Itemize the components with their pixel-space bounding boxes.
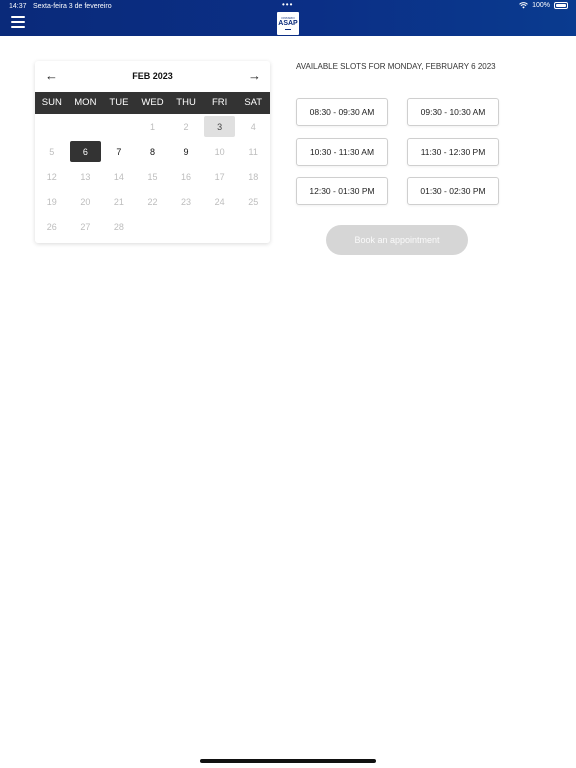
weekday-sat: SAT [244,97,263,108]
calendar-day-label: 3 [204,116,236,137]
calendar-day: 1 [136,114,170,139]
calendar-day: 15 [136,164,170,189]
calendar-day-label: 21 [113,196,124,207]
calendar-day: 13 [69,164,103,189]
time-slot-button[interactable]: 10:30 - 11:30 AM [296,138,388,166]
calendar-day: 24 [203,189,237,214]
calendar-day: 27 [69,214,103,239]
calendar-day-label: 15 [147,171,158,182]
calendar-day-label: 8 [149,146,155,157]
weekday-mon: MON [74,97,97,108]
calendar-day-label: 16 [181,171,192,182]
calendar-empty-cell [35,114,69,139]
calendar-day-label: 23 [181,196,192,207]
calendar-day: 19 [35,189,69,214]
multitasking-dots-icon[interactable]: ••• [282,1,293,9]
menu-line [11,21,25,23]
calendar-day: 4 [236,114,270,139]
calendar-weekday-row: SUN MON TUE WED THU FRI SAT [35,92,270,114]
book-appointment-button[interactable]: Book an appointment [326,225,468,255]
calendar-day: 2 [169,114,203,139]
calendar-day-label: 17 [214,171,225,182]
calendar-day-label: 18 [248,171,259,182]
calendar-day-label: 13 [80,171,91,182]
calendar-day: 16 [169,164,203,189]
calendar-day[interactable]: 8 [136,139,170,164]
calendar-day-label: 5 [49,146,55,157]
battery-percent: 100% [532,2,550,9]
logo-main-text: ASAP [278,19,298,27]
calendar-day-label: 27 [80,221,91,232]
available-slots-heading: AVAILABLE SLOTS FOR MONDAY, FEBRUARY 6 2… [296,62,496,71]
logo-mark [285,28,291,32]
calendar-empty-cell [102,114,136,139]
calendar-day: 18 [236,164,270,189]
calendar-day-label [103,116,134,137]
calendar-day-label [36,116,67,137]
calendar-day-label: 6 [69,141,101,162]
calendar-day[interactable]: 6 [69,139,103,164]
time-slot-button[interactable]: 12:30 - 01:30 PM [296,177,388,205]
calendar-day-label: 10 [214,146,225,157]
weekday-fri: FRI [211,97,228,108]
calendar-day: 17 [203,164,237,189]
calendar-day[interactable]: 7 [102,139,136,164]
calendar-day: 11 [236,139,270,164]
calendar-day-label: 1 [149,121,155,132]
calendar-month-title: FEB 2023 [132,71,173,81]
time-slot-button[interactable]: 01:30 - 02:30 PM [407,177,499,205]
calendar-day-label: 9 [183,146,189,157]
time-slot-button[interactable]: 08:30 - 09:30 AM [296,98,388,126]
time-slot-button[interactable]: 11:30 - 12:30 PM [407,138,499,166]
calendar-day-label: 26 [46,221,57,232]
weekday-thu: THU [176,97,196,108]
menu-line [11,16,25,18]
calendar-day[interactable]: 9 [169,139,203,164]
calendar-day: 28 [102,214,136,239]
status-right: 100% [519,2,568,9]
calendar-day: 14 [102,164,136,189]
calendar-day-label: 14 [113,171,124,182]
weekday-tue: TUE [109,97,129,108]
calendar-day-label: 24 [214,196,225,207]
home-indicator[interactable] [200,759,376,763]
menu-line [11,26,25,28]
calendar-day-label: 22 [147,196,158,207]
calendar-day: 10 [203,139,237,164]
wifi-icon [519,2,528,9]
date-picker-calendar: ← FEB 2023 → SUN MON TUE WED THU FRI SAT… [35,61,270,243]
calendar-header: ← FEB 2023 → [35,61,270,91]
calendar-day: 20 [69,189,103,214]
next-month-arrow-icon[interactable]: → [248,68,261,83]
calendar-day-label: 4 [250,121,256,132]
battery-icon [554,2,568,9]
status-time: 14:37 [9,3,27,10]
calendar-day-label [70,116,101,137]
calendar-day: 5 [35,139,69,164]
calendar-day-label: 7 [116,146,122,157]
calendar-day: 25 [236,189,270,214]
time-slot-button[interactable]: 09:30 - 10:30 AM [407,98,499,126]
calendar-day: 26 [35,214,69,239]
status-date: Sexta-feira 3 de fevereiro [33,3,112,10]
calendar-day-label: 12 [46,171,57,182]
calendar-day-label: 28 [113,221,124,232]
calendar-day: 3 [203,114,237,139]
weekday-sun: SUN [41,97,62,108]
calendar-day-label: 25 [248,196,259,207]
calendar-day: 21 [102,189,136,214]
weekday-wed: WED [141,97,164,108]
calendar-day: 22 [136,189,170,214]
calendar-empty-cell [69,114,103,139]
calendar-day: 23 [169,189,203,214]
calendar-day: 12 [35,164,69,189]
calendar-day-grid: 1 2 3 4 5 6 7 8 9 10 11 12 13 14 15 16 17 18 19 20 21 22 23 24 2… [35,114,270,239]
app-header: 14:37 Sexta-feira 3 de fevereiro ••• 100… [0,0,576,36]
app-logo: ONTARIO ASAP [277,12,299,35]
calendar-day-label: 11 [248,146,258,157]
calendar-day-label: 20 [80,196,91,207]
calendar-day-label: 19 [46,196,57,207]
hamburger-menu-button[interactable] [11,16,25,28]
calendar-day-label: 2 [183,121,189,132]
